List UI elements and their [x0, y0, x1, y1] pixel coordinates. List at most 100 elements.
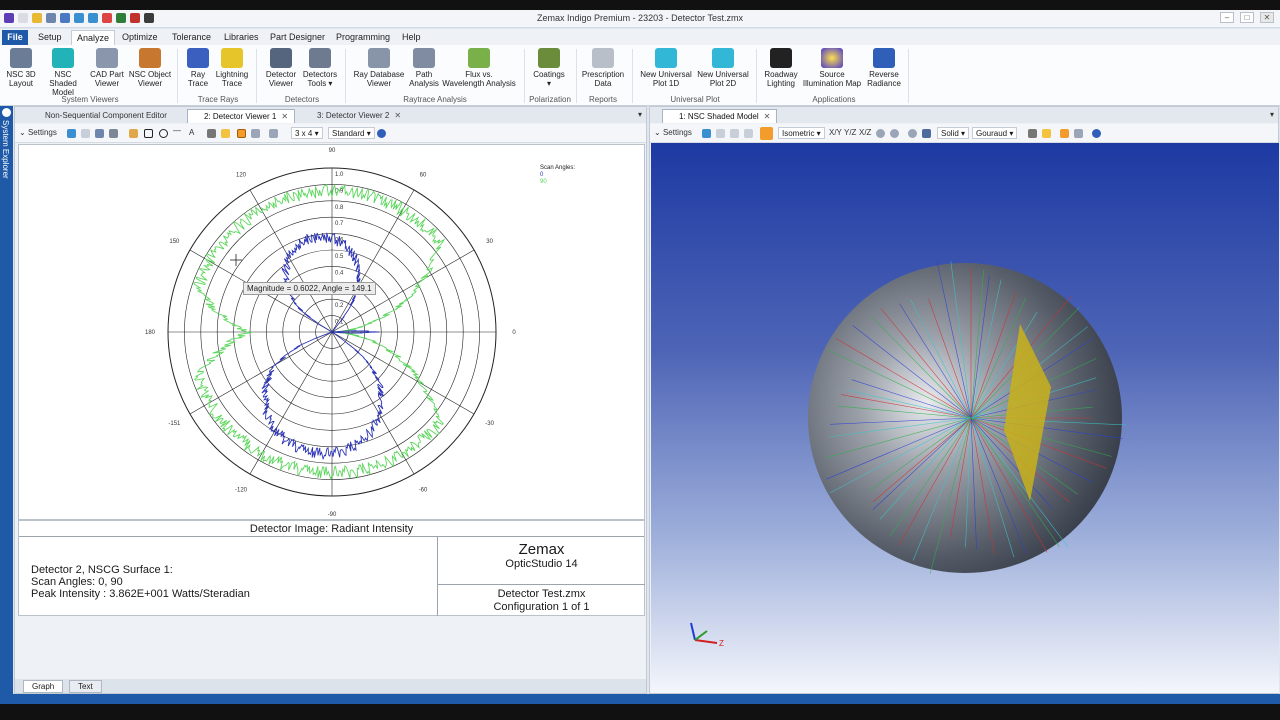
tab-nsc-shaded-model[interactable]: 1: NSC Shaded Model ✕	[662, 109, 778, 123]
refresh-icon[interactable]	[702, 129, 711, 138]
xy-view-button[interactable]: X/Y	[829, 128, 842, 137]
tab-text[interactable]: Text	[69, 680, 102, 693]
print-icon[interactable]	[744, 129, 753, 138]
hover-tooltip: Magnitude = 0.6022, Angle = 149.1	[243, 282, 376, 295]
copy-icon[interactable]	[716, 129, 725, 138]
layers-icon[interactable]	[269, 129, 278, 138]
lightning-trace-button[interactable]: Lightning Trace	[214, 48, 250, 88]
tab-detector-viewer-1[interactable]: 2: Detector Viewer 1 ✕	[187, 109, 296, 123]
document-tabs: Non-Sequential Component Editor 2: Detec…	[15, 107, 646, 123]
save-icon[interactable]	[730, 129, 739, 138]
group-separator	[756, 49, 757, 103]
tab-programming[interactable]: Programming	[336, 32, 390, 42]
refresh-icon[interactable]	[67, 129, 76, 138]
plot-footer: Detector Image: Radiant Intensity Detect…	[18, 520, 645, 616]
nsc-shaded-model-button[interactable]: NSC Shaded Model	[40, 48, 86, 97]
group-reports: Reports	[588, 95, 617, 104]
shading-select[interactable]: Gouraud ▾	[972, 127, 1018, 139]
path-analysis-button[interactable]: Path Analysis	[407, 48, 441, 88]
expand-arrow-icon[interactable]	[2, 108, 11, 117]
ray-database-viewer-button[interactable]: Ray Database Viewer	[352, 48, 406, 88]
minimize-icon[interactable]: –	[1220, 12, 1234, 23]
tab-optimize[interactable]: Optimize	[122, 32, 158, 42]
pane-menu-icon[interactable]: ▾	[1270, 110, 1274, 119]
line-icon[interactable]: —	[173, 126, 181, 135]
configuration: Configuration 1 of 1	[493, 601, 590, 613]
lock-icon[interactable]	[207, 129, 216, 138]
lock-icon[interactable]	[1028, 129, 1037, 138]
copy-icon[interactable]	[81, 129, 90, 138]
export-icon[interactable]	[251, 129, 260, 138]
tab-analyze[interactable]: Analyze	[71, 30, 116, 45]
tab-libraries[interactable]: Libraries	[224, 32, 259, 42]
save-icon[interactable]	[95, 129, 104, 138]
3d-viewport[interactable]: Z	[651, 143, 1279, 693]
rotate-z-icon[interactable]	[908, 129, 917, 138]
tab-detector-viewer-2[interactable]: 3: Detector Viewer 2 ✕	[301, 109, 407, 123]
zoom-box-icon[interactable]	[237, 129, 246, 138]
tab-nsc-editor[interactable]: Non-Sequential Component Editor	[29, 109, 173, 123]
settings-button[interactable]: ⌄ Settings	[654, 128, 692, 137]
close-icon[interactable]: ✕	[281, 112, 288, 121]
mode-select[interactable]: Standard ▾	[328, 127, 375, 139]
close-icon[interactable]: ✕	[764, 112, 771, 121]
rotate-y-icon[interactable]	[890, 129, 899, 138]
ribbon: NSC 3D Layout NSC Shaded Model CAD Part Vie…	[0, 45, 1280, 106]
universal-plot-2d-button[interactable]: New Universal Plot 2D	[695, 48, 751, 88]
render-mode-select[interactable]: Solid ▾	[937, 127, 970, 139]
title-bar: Zemax Indigo Premium - 23203 - Detector …	[0, 10, 1280, 28]
tab-part-designer[interactable]: Part Designer	[270, 32, 325, 42]
print-icon[interactable]	[109, 129, 118, 138]
prescription-data-button[interactable]: Prescription Data	[580, 48, 626, 88]
pencil-icon[interactable]	[129, 129, 138, 138]
view-select[interactable]: Isometric ▾	[778, 127, 825, 139]
detector-viewer-button[interactable]: Detector Viewer	[262, 48, 300, 88]
legend-item-0: 0	[540, 172, 544, 178]
nsc-shaded-model-icon	[52, 48, 74, 68]
rectangle-icon[interactable]	[144, 129, 153, 138]
angle-tick-label: 150	[169, 239, 180, 245]
text-tool-icon[interactable]: A	[189, 128, 194, 137]
system-explorer-strip[interactable]: System Explorer	[0, 106, 13, 696]
universal-plot-1d-button[interactable]: New Universal Plot 1D	[638, 48, 694, 88]
zoom-box-icon[interactable]	[1060, 129, 1069, 138]
close-icon[interactable]: ✕	[1260, 12, 1274, 23]
nsc-3d-layout-button[interactable]: NSC 3D Layout	[5, 48, 37, 88]
tab-file[interactable]: File	[2, 30, 28, 45]
tab-tolerance[interactable]: Tolerance	[172, 32, 211, 42]
xz-view-button[interactable]: X/Z	[859, 128, 871, 137]
angle-tick-label: -120	[235, 488, 248, 494]
yz-view-button[interactable]: Y/Z	[844, 128, 856, 137]
ray-trace-button[interactable]: Ray Trace	[183, 48, 213, 88]
maximize-icon[interactable]: □	[1240, 12, 1254, 23]
help-icon[interactable]	[377, 129, 386, 138]
group-separator	[177, 49, 178, 103]
source-illumination-map-button[interactable]: Source Illumination Map	[801, 48, 863, 88]
detectors-tools-icon	[309, 48, 331, 68]
close-icon[interactable]: ✕	[394, 111, 401, 120]
tab-setup[interactable]: Setup	[38, 32, 62, 42]
layout-select[interactable]: 3 x 4 ▾	[291, 127, 323, 139]
cad-part-viewer-button[interactable]: CAD Part Viewer	[88, 48, 126, 88]
nsc-object-viewer-button[interactable]: NSC Object Viewer	[128, 48, 172, 88]
lock-axes-icon[interactable]	[1042, 129, 1051, 138]
tab-help[interactable]: Help	[402, 32, 421, 42]
lock-axes-icon[interactable]	[221, 129, 230, 138]
settings-button[interactable]: ⌄ Settings	[19, 128, 57, 137]
tab-graph[interactable]: Graph	[23, 680, 64, 693]
help-icon[interactable]	[1092, 129, 1101, 138]
pane-menu-icon[interactable]: ▾	[638, 110, 642, 119]
rotate-tool-icon[interactable]	[760, 127, 773, 140]
flux-wavelength-button[interactable]: Flux vs. Wavelength Analysis	[441, 48, 517, 88]
rotate-x-icon[interactable]	[876, 129, 885, 138]
legend-item-90: 90	[540, 179, 547, 185]
roadway-lighting-button[interactable]: Roadway Lighting	[761, 48, 801, 88]
render-icon[interactable]	[922, 129, 931, 138]
ellipse-icon[interactable]	[159, 129, 168, 138]
detectors-tools-button[interactable]: Detectors Tools ▾	[300, 48, 340, 88]
reverse-radiance-button[interactable]: Reverse Radiance	[864, 48, 904, 88]
polar-plot-area[interactable]: 0.10.20.30.40.50.60.70.80.91.00306090120…	[18, 144, 645, 520]
export-icon[interactable]	[1074, 129, 1083, 138]
coatings-button[interactable]: Coatings ▾	[530, 48, 568, 88]
group-polarization: Polarization	[529, 95, 571, 104]
